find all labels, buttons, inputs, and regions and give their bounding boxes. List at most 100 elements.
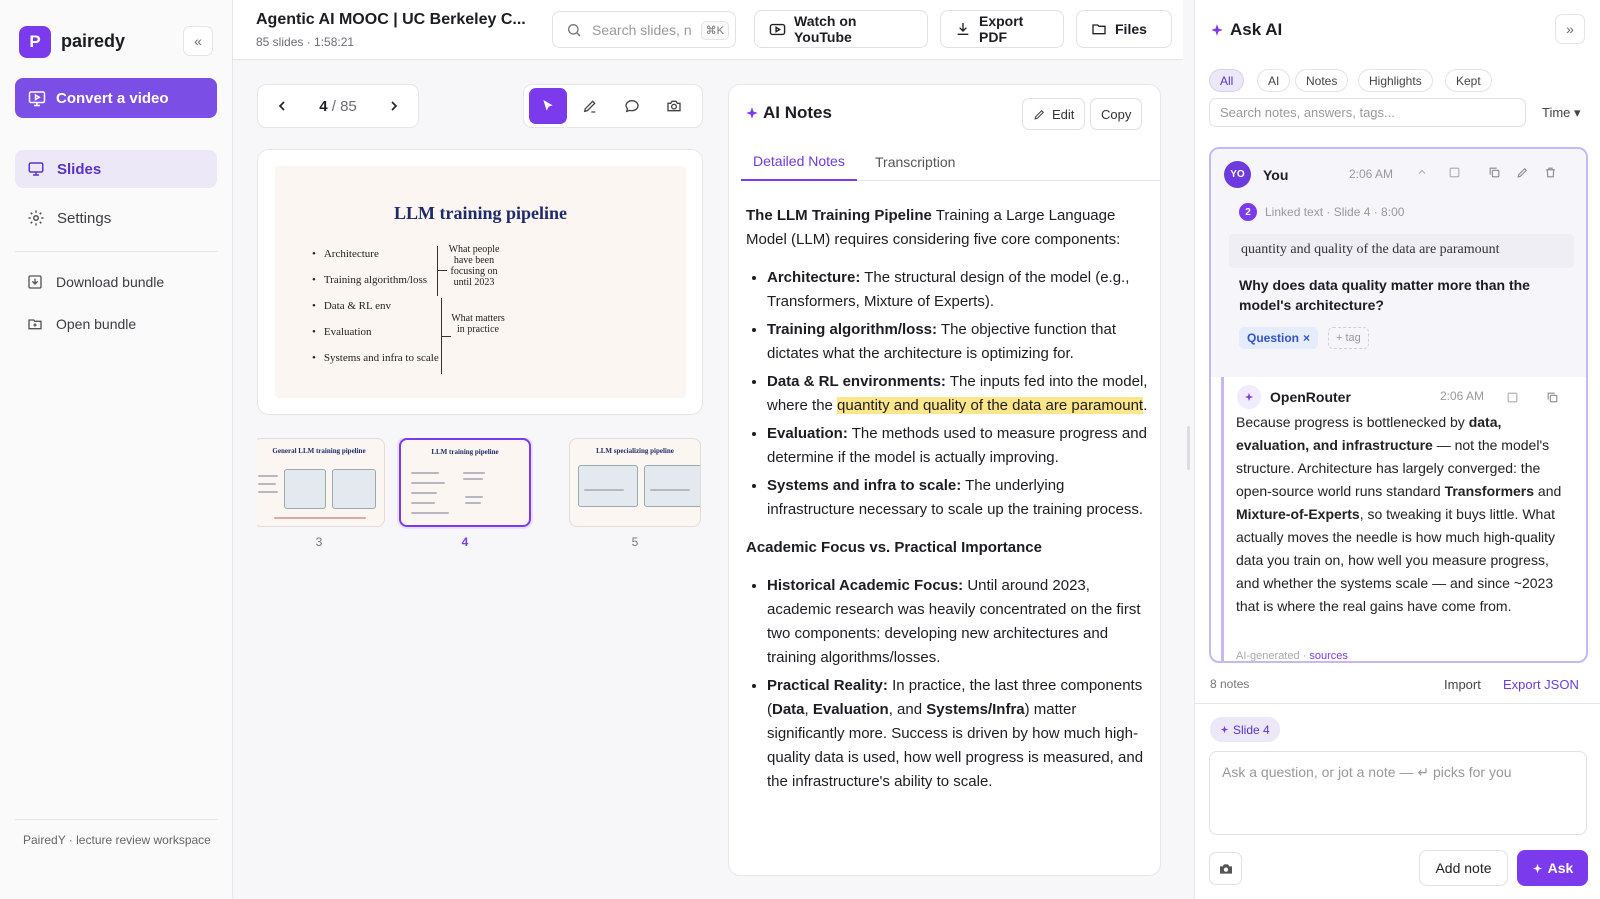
- slide-thumbnail-3[interactable]: General LLM training pipeline: [257, 438, 385, 527]
- current-page: 4: [319, 98, 328, 115]
- panel-resize-handle[interactable]: [1187, 426, 1190, 470]
- notes-tabs: Detailed Notes Transcription: [741, 143, 1160, 181]
- slide-thumbnail-4[interactable]: LLM training pipeline: [399, 438, 531, 527]
- ask-button-label: Ask: [1547, 860, 1574, 876]
- list-item: Historical Academic Focus: Until around …: [767, 574, 1151, 670]
- tag-label: Question: [1247, 331, 1300, 345]
- panel-divider: [1195, 703, 1600, 704]
- sort-dropdown[interactable]: Time ▾: [1542, 105, 1581, 121]
- chevron-right-icon[interactable]: [386, 98, 402, 114]
- list-item-heading: Data & RL environments:: [767, 373, 946, 390]
- filter-highlights[interactable]: Highlights: [1358, 69, 1433, 92]
- watch-youtube-label: Watch on YouTube: [794, 13, 857, 45]
- thumbnail-number: 4: [461, 535, 469, 549]
- filter-kept[interactable]: Kept: [1445, 69, 1492, 92]
- compose-input[interactable]: [1209, 751, 1587, 835]
- thumbnail-line: [274, 517, 366, 519]
- thumbnail-line: [258, 475, 278, 477]
- thumbnail-line: [411, 502, 435, 504]
- notes-intro: The LLM Training Pipeline Training a Lar…: [746, 204, 1151, 252]
- comment-tool-button[interactable]: [613, 88, 651, 124]
- export-pdf-button[interactable]: Export PDF: [940, 10, 1064, 48]
- edit-notes-button[interactable]: Edit: [1022, 98, 1086, 130]
- filter-notes[interactable]: Notes: [1295, 69, 1349, 92]
- copy-icon[interactable]: [1546, 391, 1559, 404]
- filter-all[interactable]: All: [1209, 69, 1245, 92]
- watch-youtube-button[interactable]: Watch on YouTube: [754, 10, 928, 48]
- thumbnail-line: [411, 472, 439, 474]
- ai-avatar: [1237, 385, 1261, 409]
- tab-transcription[interactable]: Transcription: [863, 143, 967, 181]
- open-bundle-button[interactable]: Open bundle: [15, 308, 217, 340]
- filter-ai[interactable]: AI: [1257, 69, 1291, 92]
- sidebar-item-slides[interactable]: Slides: [15, 150, 217, 188]
- files-button[interactable]: Files: [1076, 10, 1172, 48]
- sidebar-item-label: Settings: [57, 209, 112, 227]
- message-time: 2:06 AM: [1440, 389, 1485, 403]
- brand-name: pairedy: [61, 31, 126, 51]
- thumbnail-line: [411, 492, 437, 494]
- pen-icon: [582, 98, 598, 114]
- list-item: Training algorithm/loss: The objective f…: [767, 318, 1151, 366]
- download-icon: [955, 21, 971, 37]
- export-pdf-label: Export PDF: [979, 13, 1024, 45]
- highlight-tool-button[interactable]: [571, 88, 609, 124]
- highlighted-text[interactable]: quantity and quality of the data are par…: [837, 397, 1144, 414]
- notes-search-input[interactable]: [1209, 98, 1526, 127]
- select-tool-button[interactable]: [529, 88, 567, 124]
- ask-button[interactable]: Ask: [1517, 850, 1588, 886]
- add-note-button[interactable]: Add note: [1419, 850, 1508, 886]
- download-icon: [27, 274, 43, 290]
- linked-text-reference[interactable]: 2 Linked text · Slide 4 · 8:00: [1239, 203, 1404, 221]
- thumbnail-line: [584, 489, 624, 491]
- list-item-heading: Training algorithm/loss:: [767, 321, 938, 338]
- files-label: Files: [1115, 21, 1147, 37]
- answer-text: Because progress is bottlenecked by: [1236, 414, 1469, 430]
- list-item: Data & RL environments: The inputs fed i…: [767, 370, 1151, 418]
- search-shortcut-badge: ⌘K: [700, 21, 729, 40]
- copy-notes-button[interactable]: Copy: [1090, 98, 1143, 130]
- list-item-bold: Evaluation: [812, 701, 889, 718]
- top-bar: Agentic AI MOOC | UC Berkeley C... 85 sl…: [233, 0, 1183, 60]
- tab-detailed-notes[interactable]: Detailed Notes: [741, 143, 857, 181]
- annotation-toolbar: [523, 84, 703, 128]
- gear-icon: [27, 209, 45, 227]
- monitor-icon: [27, 160, 45, 178]
- remove-tag-button[interactable]: ×: [1303, 331, 1310, 345]
- list-item-heading: Systems and infra to scale:: [767, 477, 962, 494]
- notes-content: The LLM Training Pipeline Training a Lar…: [746, 204, 1151, 808]
- screenshot-button[interactable]: [1209, 852, 1242, 885]
- slide-thumbnail-5[interactable]: LLM specializing pipeline: [569, 438, 701, 527]
- screenshot-tool-button[interactable]: [655, 88, 693, 124]
- slide-chip-label: Slide 4: [1233, 722, 1270, 737]
- checkbox-icon[interactable]: [1506, 391, 1519, 404]
- search-input[interactable]: [592, 21, 692, 38]
- sparkle-icon: [1532, 863, 1542, 873]
- trash-icon[interactable]: [1544, 166, 1557, 179]
- import-button[interactable]: Import: [1444, 677, 1481, 692]
- add-tag-button[interactable]: + tag: [1328, 327, 1369, 349]
- list-item-heading: Evaluation:: [767, 425, 848, 442]
- thumbnail-box: [644, 465, 700, 507]
- list-item-text: .: [1143, 397, 1148, 414]
- convert-video-button[interactable]: Convert a video: [15, 78, 217, 118]
- sidebar-item-settings[interactable]: Settings: [15, 199, 217, 237]
- ask-panel-collapse-button[interactable]: »: [1555, 14, 1585, 44]
- thumbnail-line: [463, 472, 485, 474]
- download-bundle-button[interactable]: Download bundle: [15, 266, 217, 298]
- sidebar-footer: PairedY · lecture review workspace: [23, 833, 211, 847]
- checkbox-icon[interactable]: [1448, 166, 1461, 179]
- notes-intro-heading: The LLM Training Pipeline: [746, 207, 932, 224]
- list-item: Practical Reality: In practice, the last…: [767, 674, 1151, 794]
- slide-context-chip[interactable]: Slide 4: [1210, 717, 1280, 742]
- thumbnail-line: [465, 496, 483, 498]
- sources-link[interactable]: sources: [1309, 650, 1348, 661]
- pencil-icon[interactable]: [1516, 166, 1529, 179]
- notes-title: AI Notes: [745, 103, 832, 123]
- chevron-up-icon[interactable]: [1416, 166, 1428, 178]
- video-icon: [28, 89, 46, 107]
- export-json-button[interactable]: Export JSON: [1503, 677, 1579, 692]
- sidebar-collapse-button[interactable]: «: [183, 26, 213, 56]
- slide-pager: 4 / 85: [257, 84, 419, 128]
- copy-icon[interactable]: [1488, 166, 1501, 179]
